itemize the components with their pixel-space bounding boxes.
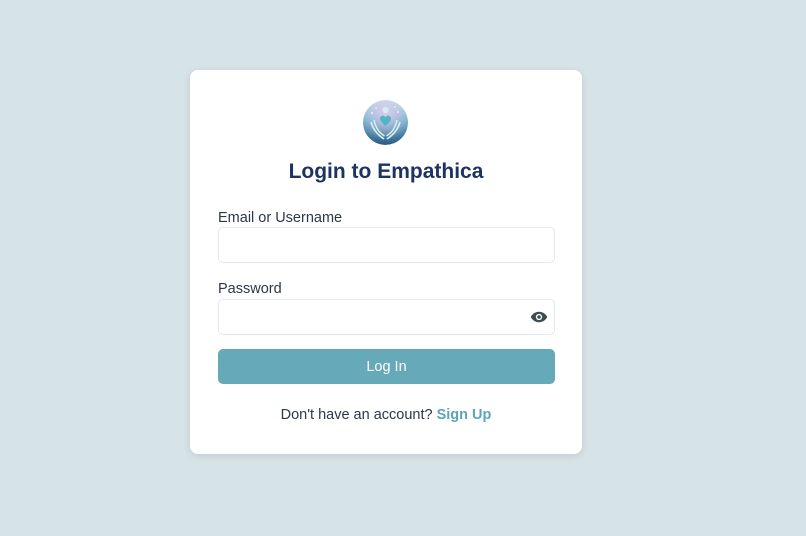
login-card: Login to Empathica Email or Username Pas… bbox=[190, 70, 582, 454]
empathica-logo bbox=[363, 100, 408, 145]
signup-link[interactable]: Sign Up bbox=[437, 407, 492, 423]
email-label: Email or Username bbox=[218, 210, 343, 226]
hands-heart-logo-icon bbox=[363, 100, 408, 145]
signup-prompt: Don't have an account? bbox=[280, 407, 437, 423]
password-label: Password bbox=[218, 281, 282, 297]
signup-row: Don't have an account? Sign Up bbox=[190, 406, 582, 424]
password-field[interactable] bbox=[218, 299, 555, 335]
page-title: Login to Empathica bbox=[288, 160, 484, 183]
email-field[interactable] bbox=[218, 227, 555, 263]
eye-icon[interactable] bbox=[530, 308, 548, 326]
login-button[interactable]: Log In bbox=[218, 349, 555, 384]
